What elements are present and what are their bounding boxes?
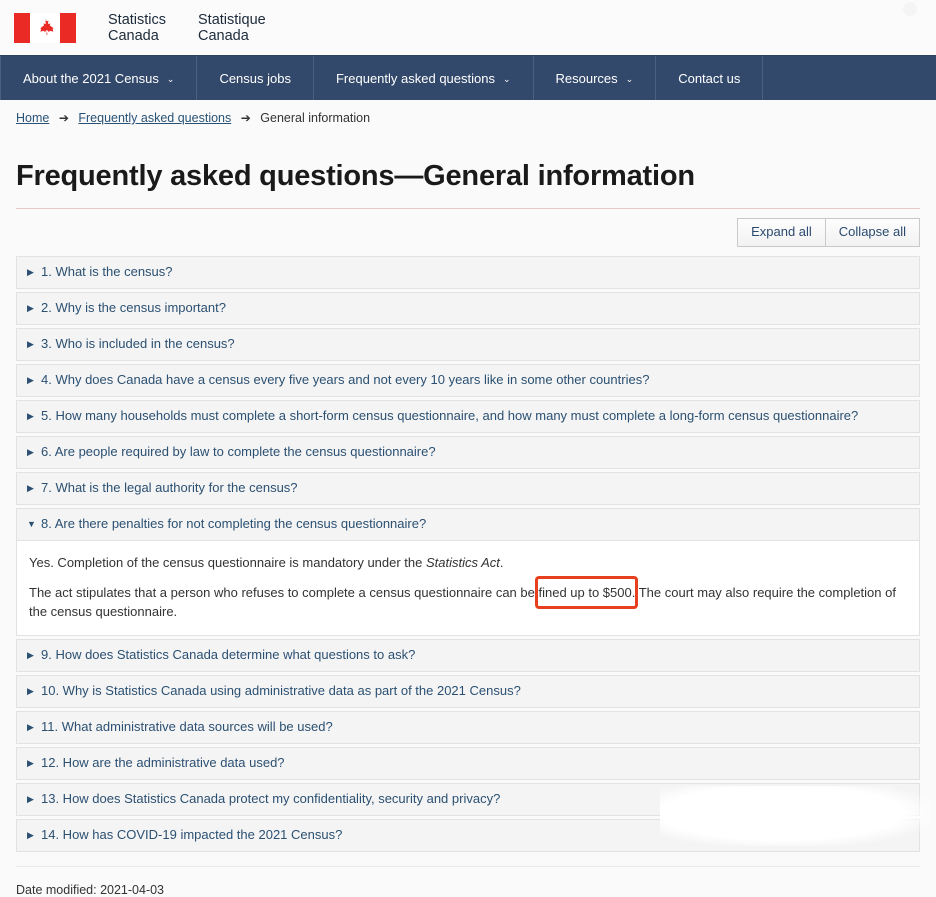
triangle-right-icon: ▶ <box>27 794 34 804</box>
accordion-header-3[interactable]: ▶ 3. Who is included in the census? <box>16 328 920 361</box>
accordion-header-12[interactable]: ▶ 12. How are the administrative data us… <box>16 747 920 780</box>
chevron-down-icon: ⌄ <box>502 73 511 84</box>
answer-text: Yes. Completion of the census questionna… <box>29 555 426 570</box>
accordion-item-2: ▶ 2. Why is the census important? <box>16 292 920 325</box>
triangle-right-icon: ▶ <box>27 650 34 660</box>
canada-flag-icon <box>14 12 76 43</box>
statistics-act-citation: Statistics Act <box>425 555 500 570</box>
highlighted-fine-text: fined up to $500. <box>538 585 636 600</box>
accordion-label: 13. How does Statistics Canada protect m… <box>41 791 501 806</box>
triangle-right-icon: ▶ <box>27 722 34 732</box>
accordion-header-1[interactable]: ▶ 1. What is the census? <box>16 256 920 289</box>
expand-collapse-button-group: Expand all Collapse all <box>737 218 920 247</box>
chevron-down-icon: ⌄ <box>625 73 634 84</box>
accordion-header-2[interactable]: ▶ 2. Why is the census important? <box>16 292 920 325</box>
wordmark-group: Statistics Canada Statistique Canada <box>108 12 266 44</box>
accordion-label: 3. Who is included in the census? <box>41 336 235 351</box>
nav-item-census-jobs[interactable]: Census jobs <box>197 56 314 100</box>
accordion-label: 8. Are there penalties for not completin… <box>41 516 427 531</box>
breadcrumb-arrow-icon: ➔ <box>240 111 251 125</box>
accordion-item-3: ▶ 3. Who is included in the census? <box>16 328 920 361</box>
accordion-controls: Expand all Collapse all <box>16 218 920 247</box>
accordion-header-11[interactable]: ▶ 11. What administrative data sources w… <box>16 711 920 744</box>
triangle-right-icon: ▶ <box>27 830 34 840</box>
answer-text: The act stipulates that a person who ref… <box>29 585 539 600</box>
accordion-header-6[interactable]: ▶ 6. Are people required by law to compl… <box>16 436 920 469</box>
breadcrumb: Home ➔ Frequently asked questions ➔ Gene… <box>0 100 936 134</box>
title-divider <box>16 208 920 209</box>
page-footer: Date modified: 2021-04-03 <box>0 867 936 897</box>
accordion-header-14[interactable]: ▶ 14. How has COVID-19 impacted the 2021… <box>16 819 920 852</box>
nav-item-resources[interactable]: Resources ⌄ <box>534 56 657 100</box>
accordion-label: 5. How many households must complete a s… <box>41 408 859 423</box>
nav-item-label: Census jobs <box>219 70 291 86</box>
nav-item-label: Contact us <box>678 70 741 86</box>
wordmark-french: Statistique Canada <box>198 11 266 44</box>
accordion-label: 10. Why is Statistics Canada using admin… <box>41 683 521 698</box>
accordion-item-4: ▶ 4. Why does Canada have a census every… <box>16 364 920 397</box>
page-title: Frequently asked questions—General infor… <box>16 160 695 192</box>
breadcrumb-link-faq[interactable]: Frequently asked questions <box>78 111 231 125</box>
triangle-right-icon: ▶ <box>27 447 34 457</box>
triangle-right-icon: ▶ <box>27 411 34 421</box>
accordion-label: 7. What is the legal authority for the c… <box>41 480 298 495</box>
accordion-item-14: ▶ 14. How has COVID-19 impacted the 2021… <box>16 819 920 852</box>
answer-text: . <box>499 555 504 570</box>
triangle-right-icon: ▶ <box>27 483 34 493</box>
accordion-label: 6. Are people required by law to complet… <box>41 444 436 459</box>
answer-paragraph-2: The act stipulates that a person who ref… <box>29 583 907 621</box>
triangle-right-icon: ▶ <box>27 758 34 768</box>
triangle-right-icon: ▶ <box>27 303 34 313</box>
accordion-header-13[interactable]: ▶ 13. How does Statistics Canada protect… <box>16 783 920 816</box>
accordion-label: 4. Why does Canada have a census every f… <box>41 372 650 387</box>
accordion-header-9[interactable]: ▶ 9. How does Statistics Canada determin… <box>16 639 920 672</box>
accordion-item-9: ▶ 9. How does Statistics Canada determin… <box>16 639 920 672</box>
accordion-header-8[interactable]: ▼ 8. Are there penalties for not complet… <box>16 508 920 541</box>
expand-all-button[interactable]: Expand all <box>737 218 826 247</box>
breadcrumb-arrow-icon: ➔ <box>58 111 69 125</box>
nav-item-contact-us[interactable]: Contact us <box>656 56 764 100</box>
answer-paragraph-1: Yes. Completion of the census questionna… <box>29 553 907 572</box>
accordion-item-11: ▶ 11. What administrative data sources w… <box>16 711 920 744</box>
accordion-header-4[interactable]: ▶ 4. Why does Canada have a census every… <box>16 364 920 397</box>
breadcrumb-current: General information <box>260 111 371 125</box>
triangle-right-icon: ▶ <box>27 686 34 696</box>
nav-item-faq[interactable]: Frequently asked questions ⌄ <box>314 56 534 100</box>
brand-header: Statistics Canada Statistique Canada <box>0 0 936 55</box>
accordion-label: 1. What is the census? <box>41 264 173 279</box>
triangle-right-icon: ▶ <box>27 375 34 385</box>
nav-item-label: Resources <box>555 70 618 86</box>
accordion-item-10: ▶ 10. Why is Statistics Canada using adm… <box>16 675 920 708</box>
primary-navigation: About the 2021 Census ⌄ Census jobs Freq… <box>0 55 936 100</box>
triangle-right-icon: ▶ <box>27 339 34 349</box>
triangle-down-icon: ▼ <box>27 519 36 529</box>
accordion-label: 11. What administrative data sources wil… <box>41 719 333 734</box>
accordion-label: 2. Why is the census important? <box>41 300 226 315</box>
faq-accordion: ▶ 1. What is the census? ▶ 2. Why is the… <box>16 256 920 852</box>
breadcrumb-link-home[interactable]: Home <box>16 111 49 125</box>
accordion-header-7[interactable]: ▶ 7. What is the legal authority for the… <box>16 472 920 505</box>
wordmark-english: Statistics Canada <box>108 11 167 44</box>
accordion-panel-8: Yes. Completion of the census questionna… <box>16 541 920 636</box>
nav-item-label: About the 2021 Census <box>23 70 159 86</box>
accordion-item-6: ▶ 6. Are people required by law to compl… <box>16 436 920 469</box>
accordion-header-5[interactable]: ▶ 5. How many households must complete a… <box>16 400 920 433</box>
nav-item-about-census[interactable]: About the 2021 Census ⌄ <box>0 56 198 100</box>
date-modified: Date modified: 2021-04-03 <box>16 883 165 897</box>
accordion-item-12: ▶ 12. How are the administrative data us… <box>16 747 920 780</box>
accordion-item-5: ▶ 5. How many households must complete a… <box>16 400 920 433</box>
triangle-right-icon: ▶ <box>27 267 34 277</box>
accordion-item-8: ▼ 8. Are there penalties for not complet… <box>16 508 920 636</box>
nav-item-label: Frequently asked questions <box>335 70 495 86</box>
collapse-all-button[interactable]: Collapse all <box>825 218 920 247</box>
accordion-header-10[interactable]: ▶ 10. Why is Statistics Canada using adm… <box>16 675 920 708</box>
accordion-item-13: ▶ 13. How does Statistics Canada protect… <box>16 783 920 816</box>
accordion-label: 12. How are the administrative data used… <box>41 755 285 770</box>
accordion-item-7: ▶ 7. What is the legal authority for the… <box>16 472 920 505</box>
accordion-item-1: ▶ 1. What is the census? <box>16 256 920 289</box>
main-content: Frequently asked questions—General infor… <box>0 159 936 852</box>
chevron-down-icon: ⌄ <box>166 73 175 84</box>
accordion-label: 14. How has COVID-19 impacted the 2021 C… <box>41 827 343 842</box>
accordion-label: 9. How does Statistics Canada determine … <box>41 647 416 662</box>
